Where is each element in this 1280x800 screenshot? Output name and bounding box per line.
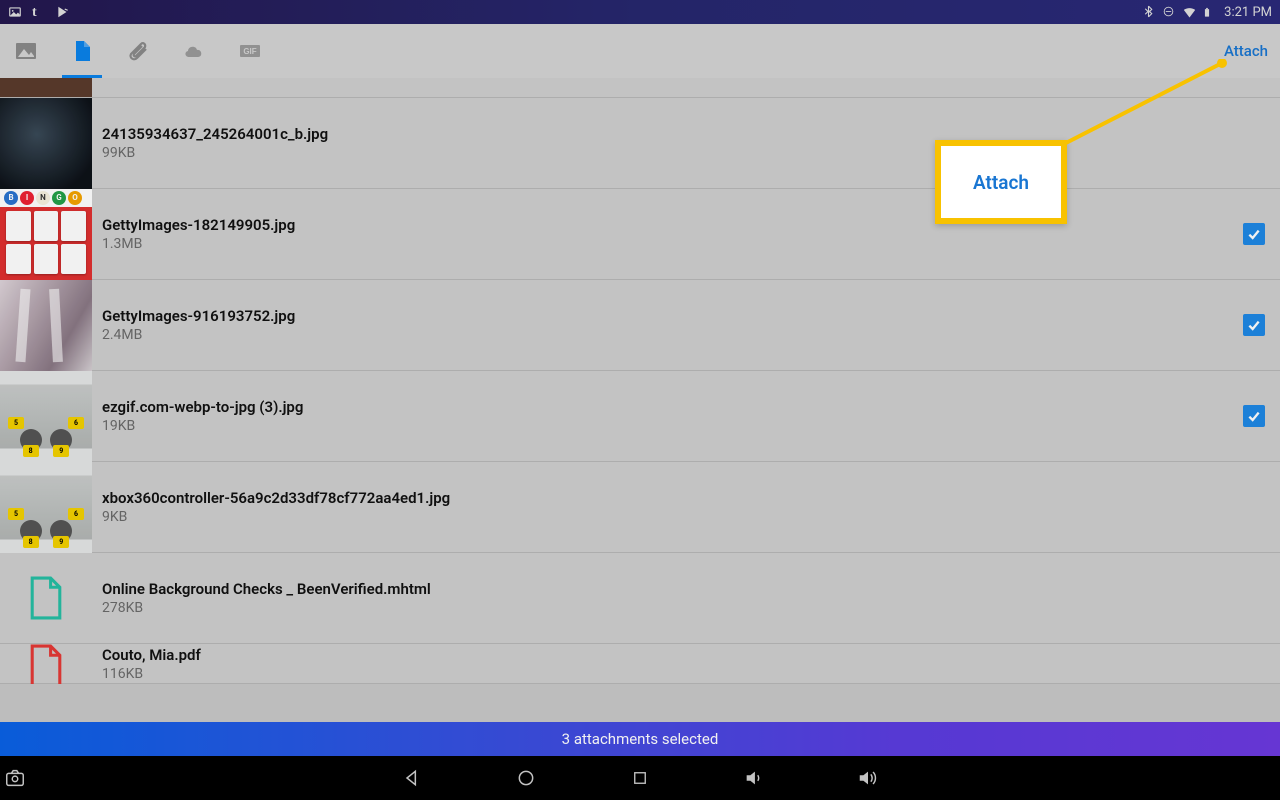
checkbox-checked[interactable]: [1243, 314, 1265, 336]
instruction-callout: Attach: [935, 140, 1067, 224]
file-size: 1.3MB: [102, 236, 1228, 252]
checkbox-checked[interactable]: [1243, 223, 1265, 245]
list-row[interactable]: 24135934637_245264001c_b.jpg 99KB: [0, 98, 1280, 189]
tumblr-status-icon: t: [32, 5, 46, 19]
file-thumbnail: [0, 553, 92, 644]
file-thumbnail: 56 89: [0, 371, 92, 462]
home-button[interactable]: [515, 767, 537, 789]
recent-apps-button[interactable]: [629, 767, 651, 789]
volume-up-button[interactable]: [857, 767, 879, 789]
file-name: ezgif.com-webp-to-jpg (3).jpg: [102, 398, 1228, 416]
file-size: 9KB: [102, 509, 1228, 525]
document-icon: [27, 575, 65, 621]
file-name: GettyImages-916193752.jpg: [102, 307, 1228, 325]
file-size: 278KB: [102, 600, 1228, 616]
tab-attachment[interactable]: [124, 24, 152, 78]
svg-text:GIF: GIF: [243, 47, 256, 56]
list-row[interactable]: 56 89 ezgif.com-webp-to-jpg (3).jpg 19KB: [0, 371, 1280, 462]
attachment-toolbar: GIF Attach: [0, 24, 1280, 78]
bluetooth-icon: [1142, 5, 1156, 19]
file-size: 116KB: [102, 666, 1228, 682]
checkbox-checked[interactable]: [1243, 405, 1265, 427]
list-row[interactable]: Couto, Mia.pdf 116KB: [0, 644, 1280, 684]
callout-label: Attach: [973, 171, 1029, 194]
file-size: 2.4MB: [102, 327, 1228, 343]
file-thumbnail: [0, 98, 92, 189]
selection-count-text: 3 attachments selected: [562, 730, 719, 748]
status-bar: t 3:21 PM: [0, 0, 1280, 24]
file-name: Couto, Mia.pdf: [102, 646, 1228, 664]
tab-images[interactable]: [12, 24, 40, 78]
play-status-icon: [56, 5, 70, 19]
file-thumbnail: 56 89: [0, 462, 92, 553]
tab-gif[interactable]: GIF: [236, 24, 264, 78]
navigation-bar: [0, 756, 1280, 800]
file-name: Online Background Checks _ BeenVerified.…: [102, 580, 1228, 598]
battery-icon: [1202, 5, 1216, 19]
tab-files[interactable]: [68, 24, 96, 78]
file-size: 19KB: [102, 418, 1228, 434]
file-thumbnail: [0, 644, 92, 684]
pdf-icon: [27, 644, 65, 684]
file-name: xbox360controller-56a9c2d33df78cf772aa4e…: [102, 489, 1228, 507]
list-row-partial[interactable]: [0, 78, 1280, 98]
file-thumbnail: [0, 280, 92, 371]
selection-banner: 3 attachments selected: [0, 722, 1280, 756]
dnd-icon: [1162, 5, 1176, 19]
file-list[interactable]: 24135934637_245264001c_b.jpg 99KB BI NG …: [0, 78, 1280, 722]
gallery-status-icon: [8, 5, 22, 19]
back-button[interactable]: [401, 767, 423, 789]
wifi-icon: [1182, 5, 1196, 19]
screenshot-button[interactable]: [4, 767, 26, 789]
file-thumbnail: BI NG O: [0, 189, 92, 280]
list-row[interactable]: BI NG O GettyImages-182149905.jpg 1.3MB: [0, 189, 1280, 280]
attach-button[interactable]: Attach: [1224, 42, 1268, 60]
list-row[interactable]: Online Background Checks _ BeenVerified.…: [0, 553, 1280, 644]
volume-down-button[interactable]: [743, 767, 765, 789]
tab-cloud[interactable]: [180, 24, 208, 78]
status-time: 3:21 PM: [1224, 5, 1272, 20]
list-row[interactable]: 56 89 xbox360controller-56a9c2d33df78cf7…: [0, 462, 1280, 553]
list-row[interactable]: GettyImages-916193752.jpg 2.4MB: [0, 280, 1280, 371]
